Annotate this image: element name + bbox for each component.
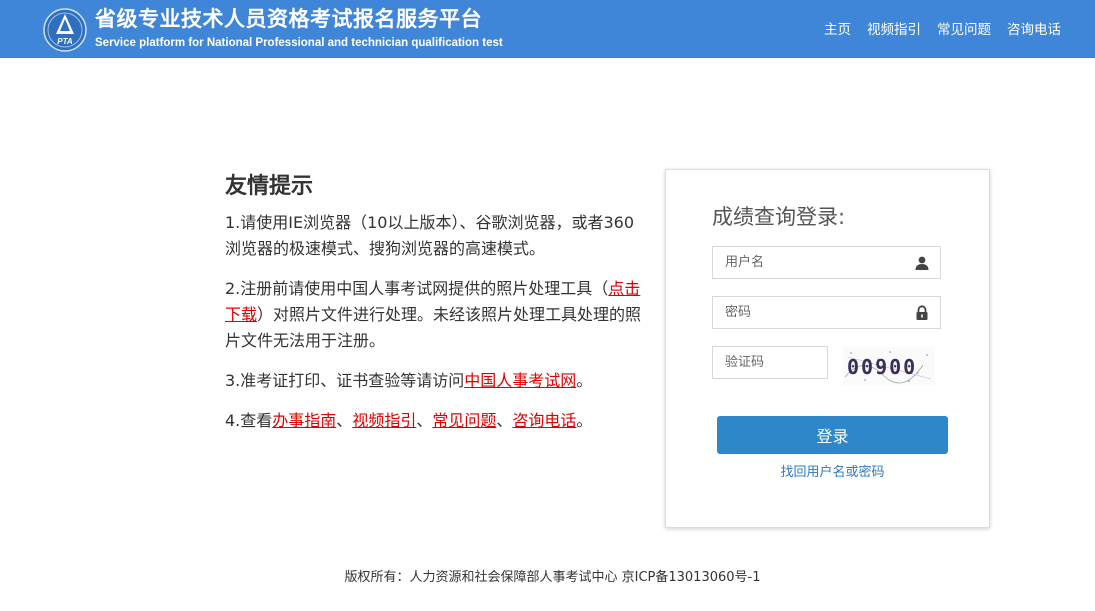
cpta-link[interactable]: 中国人事考试网 bbox=[464, 371, 576, 390]
separator: 、 bbox=[416, 411, 433, 430]
tip-item-1: 1.请使用IE浏览器（10以上版本）、谷歌浏览器，或者360浏览器的极速模式、搜… bbox=[225, 213, 634, 258]
captcha-image[interactable]: 00900 bbox=[843, 347, 935, 385]
recover-account-link[interactable]: 找回用户名或密码 bbox=[717, 461, 948, 480]
tip-item-3: 3.准考证打印、证书查验等请访问中国人事考试网。 bbox=[225, 368, 645, 394]
tip-item-4: 4.查看办事指南、视频指引、常见问题、咨询电话。 bbox=[225, 408, 645, 434]
nav-video-guide[interactable]: 视频指引 bbox=[867, 18, 921, 38]
login-button[interactable]: 登录 bbox=[717, 416, 948, 454]
tip-item-3-text-b: 。 bbox=[576, 371, 593, 390]
separator: 、 bbox=[336, 411, 353, 430]
nav-home[interactable]: 主页 bbox=[824, 18, 851, 38]
video-guide-link[interactable]: 视频指引 bbox=[352, 411, 416, 430]
tip-item-3-text-a: 3.准考证打印、证书查验等请访问 bbox=[225, 371, 465, 390]
top-nav: 主页 视频指引 常见问题 咨询电话 bbox=[808, 18, 1061, 38]
faq-link[interactable]: 常见问题 bbox=[432, 411, 496, 430]
tip-item-2-text-a: 2.注册前请使用中国人事考试网提供的照片处理工具（ bbox=[225, 279, 609, 298]
username-field bbox=[712, 246, 941, 279]
password-input[interactable] bbox=[713, 297, 915, 328]
pta-logo-icon: PTA bbox=[43, 8, 87, 52]
captcha-text: 00900 bbox=[847, 355, 917, 379]
username-input[interactable] bbox=[713, 247, 915, 278]
nav-faq[interactable]: 常见问题 bbox=[937, 18, 991, 38]
tips-heading: 友情提示 bbox=[225, 174, 314, 199]
contact-phone-link[interactable]: 咨询电话 bbox=[512, 411, 576, 430]
logo-text: PTA bbox=[57, 37, 73, 46]
password-field bbox=[712, 296, 941, 329]
tip-item-4-text-a: 4.查看 bbox=[225, 411, 273, 430]
captcha-input[interactable] bbox=[713, 347, 825, 378]
user-icon bbox=[915, 256, 929, 270]
site-title: 省级专业技术人员资格考试报名服务平台 bbox=[95, 7, 482, 31]
top-header: PTA 省级专业技术人员资格考试报名服务平台 Service platform … bbox=[0, 0, 1095, 58]
tip-item-2: 2.注册前请使用中国人事考试网提供的照片处理工具（点击下载）对照片文件进行处理。… bbox=[225, 276, 645, 354]
copyright-footer: 版权所有：人力资源和社会保障部人事考试中心 京ICP备13013060号-1 bbox=[344, 570, 761, 585]
separator: 、 bbox=[496, 411, 513, 430]
friendly-tips: 友情提示 1.请使用IE浏览器（10以上版本）、谷歌浏览器，或者360浏览器的极… bbox=[225, 168, 645, 448]
nav-contact-phone[interactable]: 咨询电话 bbox=[1007, 18, 1061, 38]
guide-link[interactable]: 办事指南 bbox=[272, 411, 336, 430]
tip-item-2-text-b: ）对照片文件进行处理。未经该照片处理工具处理的照片文件无法用于注册。 bbox=[225, 305, 642, 350]
captcha-field bbox=[712, 346, 828, 379]
login-title: 成绩查询登录: bbox=[712, 205, 846, 229]
site-subtitle: Service platform for National Profession… bbox=[95, 37, 503, 49]
tip-item-4-end: 。 bbox=[576, 411, 593, 430]
score-query-login-panel: 成绩查询登录: 00900 登录 找回用户名或密码 bbox=[665, 169, 990, 528]
lock-icon bbox=[916, 305, 928, 320]
